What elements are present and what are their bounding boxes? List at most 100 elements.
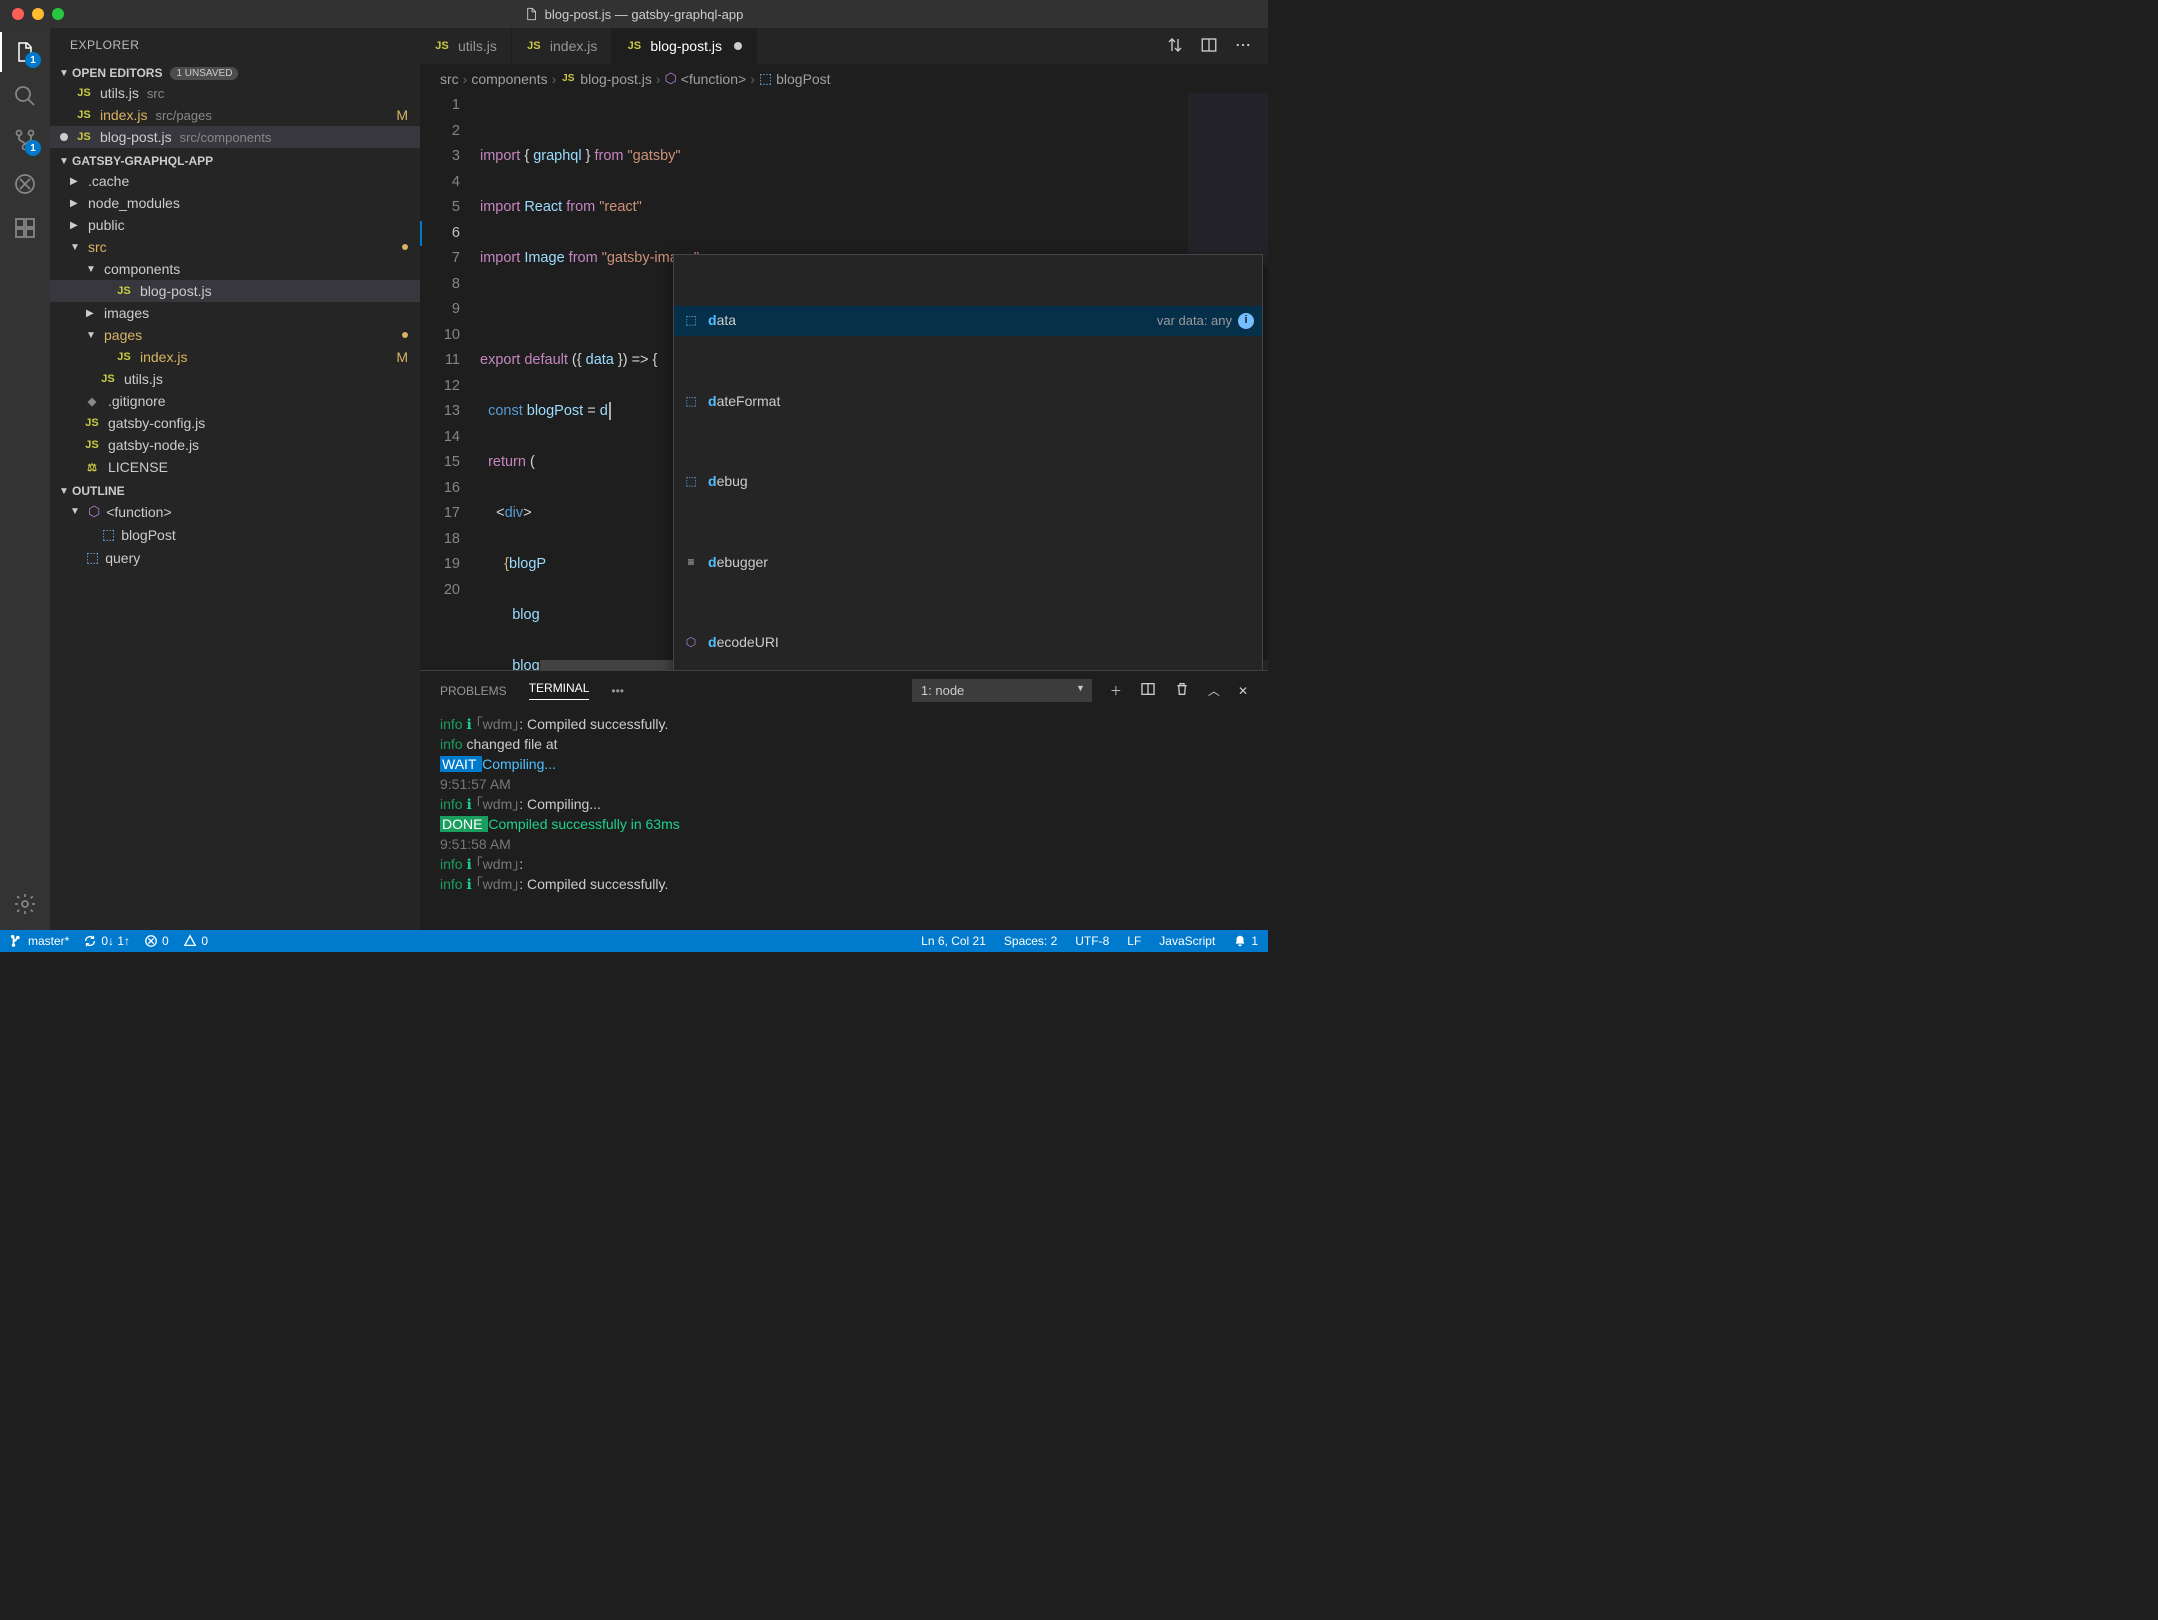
js-icon: JS — [100, 371, 116, 387]
search-icon[interactable] — [11, 82, 39, 110]
intellisense-popup[interactable]: ⬚ data var data: anyi ⬚dateFormat ⬚debug… — [673, 254, 1263, 670]
file-gitignore[interactable]: ◆.gitignore — [50, 390, 420, 412]
file-utils[interactable]: JSutils.js — [50, 368, 420, 390]
chevron-down-icon: ▼ — [70, 506, 82, 517]
modified-dot-icon — [402, 332, 408, 338]
suggestion-item[interactable]: ⬚dateFormat — [674, 387, 1262, 417]
current-line-indicator — [420, 221, 422, 247]
close-window[interactable] — [12, 8, 24, 20]
extensions-icon[interactable] — [11, 214, 39, 242]
bottom-panel: PROBLEMS TERMINAL ••• 1: node ＋ ︿ ✕ info… — [420, 670, 1268, 930]
new-terminal-icon[interactable]: ＋ — [1110, 682, 1122, 699]
compare-icon[interactable] — [1166, 36, 1184, 57]
modified-marker: M — [396, 107, 408, 123]
notifications[interactable]: 1 — [1233, 934, 1258, 948]
terminal-select[interactable]: 1: node — [912, 679, 1092, 702]
panel-tab-terminal[interactable]: TERMINAL — [529, 681, 590, 700]
info-icon[interactable]: i — [1238, 313, 1254, 329]
file-index[interactable]: JSindex.jsM — [50, 346, 420, 368]
scm-badge: 1 — [25, 140, 41, 156]
breadcrumb[interactable]: src› components› JSblog-post.js› ⬡<funct… — [420, 64, 1268, 93]
git-sync[interactable]: 0↓ 1↑ — [83, 934, 130, 948]
chevron-right-icon: ▶ — [70, 198, 82, 209]
terminal-output[interactable]: info ℹ ｢wdm｣: Compiled successfully. inf… — [420, 710, 1268, 930]
explorer-badge: 1 — [25, 52, 41, 68]
tab-utils[interactable]: JSutils.js — [420, 28, 512, 64]
suggestion-item[interactable]: ⬚debug — [674, 467, 1262, 497]
maximize-window[interactable] — [52, 8, 64, 20]
chevron-down-icon: ▼ — [56, 486, 72, 497]
open-editors-header[interactable]: ▼ OPEN EDITORS 1 UNSAVED — [50, 64, 420, 82]
unsaved-badge: 1 UNSAVED — [170, 67, 238, 80]
trash-icon[interactable] — [1174, 681, 1190, 700]
editor-tabs: JSutils.js JSindex.js JSblog-post.js — [420, 28, 1268, 64]
tab-blog-post[interactable]: JSblog-post.js — [612, 28, 757, 64]
suggestion-item[interactable]: ⬡decodeURI — [674, 628, 1262, 658]
dirty-dot-icon — [734, 42, 742, 50]
cursor-position[interactable]: Ln 6, Col 21 — [921, 934, 986, 948]
folder-cache[interactable]: ▶.cache — [50, 173, 420, 189]
outline-blogpost[interactable]: ⬚blogPost — [50, 526, 420, 543]
js-icon: JS — [434, 38, 450, 54]
modified-marker: M — [396, 349, 408, 365]
folder-public[interactable]: ▶public — [50, 217, 420, 233]
problems-count[interactable]: 0 0 — [144, 934, 208, 948]
explorer-icon[interactable]: 1 — [11, 38, 39, 66]
git-branch[interactable]: master* — [10, 934, 69, 948]
workspace-header[interactable]: ▼ GATSBY-GRAPHQL-APP — [50, 152, 420, 170]
code-editor[interactable]: 1234567891011121314151617181920 import {… — [420, 93, 1268, 670]
panel-more-icon[interactable]: ••• — [611, 684, 624, 698]
scm-icon[interactable]: 1 — [11, 126, 39, 154]
chevron-right-icon: ▶ — [70, 176, 82, 187]
settings-icon[interactable] — [11, 890, 39, 918]
more-icon[interactable] — [1234, 36, 1252, 57]
indentation[interactable]: Spaces: 2 — [1004, 934, 1057, 948]
suggestion-item[interactable]: ⬚ data var data: anyi — [674, 306, 1262, 336]
variable-icon: ⬚ — [759, 70, 772, 87]
language-mode[interactable]: JavaScript — [1159, 934, 1215, 948]
file-gatsby-node[interactable]: JSgatsby-node.js — [50, 434, 420, 456]
js-icon: JS — [526, 38, 542, 54]
folder-pages[interactable]: ▼pages — [50, 327, 420, 343]
tab-index[interactable]: JSindex.js — [512, 28, 612, 64]
code-content[interactable]: import { graphql } from "gatsby" import … — [480, 93, 1268, 670]
status-bar: master* 0↓ 1↑ 0 0 Ln 6, Col 21 Spaces: 2… — [0, 930, 1268, 952]
folder-node-modules[interactable]: ▶node_modules — [50, 195, 420, 211]
suggestion-item[interactable]: ≡debugger — [674, 548, 1262, 578]
window-title: blog-post.js — gatsby-graphql-app — [525, 7, 744, 22]
split-terminal-icon[interactable] — [1140, 681, 1156, 700]
js-icon: JS — [76, 85, 92, 101]
file-license[interactable]: ⚖LICENSE — [50, 456, 420, 478]
js-icon: JS — [76, 129, 92, 145]
line-gutter: 1234567891011121314151617181920 — [420, 93, 480, 670]
folder-components[interactable]: ▼components — [50, 261, 420, 277]
close-panel-icon[interactable]: ✕ — [1238, 684, 1248, 698]
js-icon: JS — [626, 38, 642, 54]
open-editor-blog-post[interactable]: JS blog-post.js src/components — [50, 126, 420, 148]
folder-images[interactable]: ▶images — [50, 305, 420, 321]
outline-query[interactable]: ⬚query — [50, 549, 420, 566]
split-editor-icon[interactable] — [1200, 36, 1218, 57]
panel-tab-problems[interactable]: PROBLEMS — [440, 684, 507, 698]
titlebar: blog-post.js — gatsby-graphql-app — [0, 0, 1268, 28]
eol[interactable]: LF — [1127, 934, 1141, 948]
open-editor-index[interactable]: JS index.js src/pages M — [50, 104, 420, 126]
outline-header[interactable]: ▼ OUTLINE — [50, 482, 420, 500]
chevron-down-icon: ▼ — [56, 68, 72, 79]
outline-function[interactable]: ▼⬡<function> — [50, 503, 420, 520]
keyword-icon: ≡ — [682, 553, 700, 571]
editor-group: JSutils.js JSindex.js JSblog-post.js src… — [420, 28, 1268, 930]
maximize-panel-icon[interactable]: ︿ — [1208, 682, 1220, 699]
encoding[interactable]: UTF-8 — [1075, 934, 1109, 948]
file-icon — [525, 7, 539, 21]
sidebar: EXPLORER ▼ OPEN EDITORS 1 UNSAVED JS uti… — [50, 28, 420, 930]
debug-icon[interactable] — [11, 170, 39, 198]
chevron-down-icon: ▼ — [86, 264, 98, 275]
function-icon: ⬡ — [682, 634, 700, 652]
folder-src[interactable]: ▼src — [50, 239, 420, 255]
open-editor-utils[interactable]: JS utils.js src — [50, 82, 420, 104]
file-blog-post[interactable]: JSblog-post.js — [50, 280, 420, 302]
minimize-window[interactable] — [32, 8, 44, 20]
suggestion-detail: var data: anyi — [1157, 308, 1254, 334]
file-gatsby-config[interactable]: JSgatsby-config.js — [50, 412, 420, 434]
